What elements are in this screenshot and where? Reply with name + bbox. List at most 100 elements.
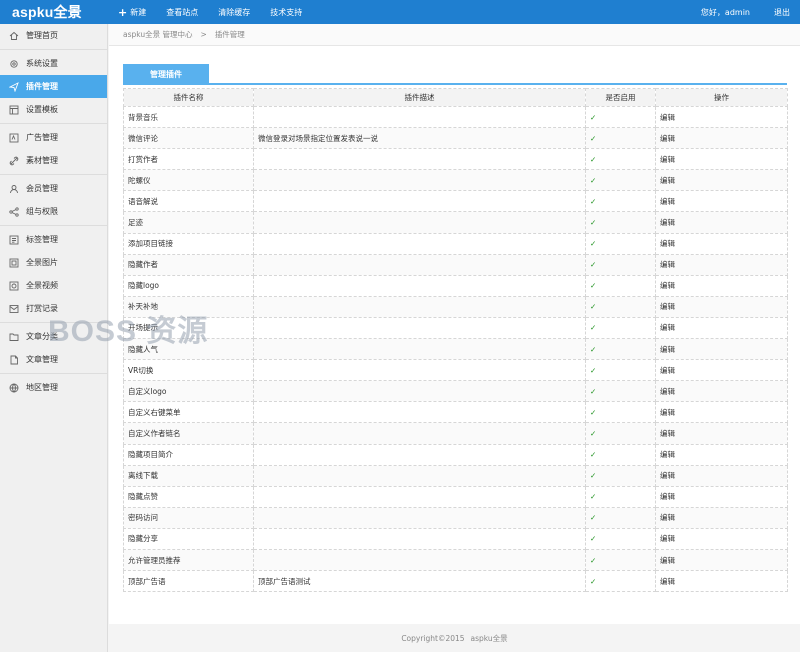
edit-link[interactable]: 编辑 [655,485,788,508]
sidebar-item-10[interactable]: 全景图片 [0,251,107,274]
enabled-check-icon[interactable]: ✓ [585,148,656,171]
globe-icon [9,383,19,393]
header-action: 操作 [655,88,788,107]
breadcrumb: aspku全景 管理中心 > 插件管理 [109,24,800,46]
plugin-desc-cell [253,190,586,213]
enabled-check-icon[interactable]: ✓ [585,169,656,192]
sidebar-divider [0,373,107,374]
table-row: 顶部广告语 顶部广告语测试 ✓ 编辑 [123,570,788,593]
folder-icon [9,332,19,342]
edit-link[interactable]: 编辑 [655,253,788,276]
link-icon [9,156,19,166]
edit-link[interactable]: 编辑 [655,338,788,361]
enabled-check-icon[interactable]: ✓ [585,253,656,276]
user-greeting[interactable]: 您好，admin [689,7,762,18]
enabled-check-icon[interactable]: ✓ [585,527,656,550]
enabled-check-icon[interactable]: ✓ [585,190,656,213]
sidebar-item-5[interactable]: 广告管理 [0,126,107,149]
enabled-check-icon[interactable]: ✓ [585,105,656,129]
tech-support-link[interactable]: 技术支持 [260,0,312,24]
header-plugin-name: 插件名称 [123,88,254,107]
enabled-check-icon[interactable]: ✓ [585,380,656,403]
table-row: 开场提示 ✓ 编辑 [123,316,788,340]
tab-manage-plugins[interactable]: 管理插件 [123,64,209,85]
breadcrumb-root[interactable]: aspku全景 管理中心 [123,29,193,40]
edit-link[interactable]: 编辑 [655,190,788,213]
enabled-check-icon[interactable]: ✓ [585,211,656,234]
header-enabled: 是否启用 [585,88,656,107]
sidebar-item-6[interactable]: 素材管理 [0,149,107,172]
sidebar-item-12[interactable]: 打赏记录 [0,297,107,320]
sidebar-item-1[interactable]: 管理首页 [0,24,107,47]
sidebar-item-15[interactable]: 地区管理 [0,376,107,399]
edit-link[interactable]: 编辑 [655,211,788,234]
enabled-check-icon[interactable]: ✓ [585,464,656,487]
enabled-check-icon[interactable]: ✓ [585,443,656,466]
plugin-desc-cell [253,232,586,255]
edit-link[interactable]: 编辑 [655,127,788,150]
plugin-desc-cell [253,169,586,192]
enabled-check-icon[interactable]: ✓ [585,548,656,572]
plugin-table: 插件名称 插件描述 是否启用 操作 背景音乐 ✓ 编辑 微信评论 微信登录对场景指定位置… [123,88,788,593]
sidebar-item-7[interactable]: 会员管理 [0,177,107,200]
logout-link[interactable]: 退出 [762,7,800,18]
table-row: 隐藏logo ✓ 编辑 [123,274,788,297]
enabled-check-icon[interactable]: ✓ [585,570,656,593]
table-row: 隐藏人气 ✓ 编辑 [123,338,788,361]
edit-link[interactable]: 编辑 [655,464,788,487]
sidebar-item-3[interactable]: 插件管理 [0,75,107,98]
sidebar-item-9[interactable]: 标签管理 [0,228,107,251]
edit-link[interactable]: 编辑 [655,295,788,318]
new-button[interactable]: + 新建 [108,0,156,24]
edit-link[interactable]: 编辑 [655,506,788,529]
enabled-check-icon[interactable]: ✓ [585,338,656,361]
enabled-check-icon[interactable]: ✓ [585,422,656,445]
table-row: 补天补地 ✓ 编辑 [123,295,788,318]
edit-link[interactable]: 编辑 [655,443,788,466]
table-row: 允许管理员推荐 ✓ 编辑 [123,548,788,572]
gear-icon [9,59,19,69]
edit-link[interactable]: 编辑 [655,105,788,129]
sidebar-item-4[interactable]: 设置模板 [0,98,107,121]
sidebar-item-11[interactable]: 全景视频 [0,274,107,297]
enabled-check-icon[interactable]: ✓ [585,401,656,424]
site-logo[interactable]: aspku全景 [0,0,108,24]
edit-link[interactable]: 编辑 [655,401,788,424]
enabled-check-icon[interactable]: ✓ [585,485,656,508]
plugin-desc-cell [253,422,586,445]
users-icon [9,184,19,194]
edit-link[interactable]: 编辑 [655,274,788,297]
edit-link[interactable]: 编辑 [655,359,788,382]
sidebar-item-label: 文章分类 [26,332,58,341]
edit-link[interactable]: 编辑 [655,232,788,255]
sidebar-item-14[interactable]: 文章管理 [0,348,107,371]
enabled-check-icon[interactable]: ✓ [585,359,656,382]
enabled-check-icon[interactable]: ✓ [585,316,656,340]
plugin-name-cell: 开场提示 [123,316,254,340]
edit-link[interactable]: 编辑 [655,548,788,572]
edit-link[interactable]: 编辑 [655,527,788,550]
sidebar-item-label: 打赏记录 [26,304,58,313]
enabled-check-icon[interactable]: ✓ [585,506,656,529]
sidebar-divider [0,174,107,175]
enabled-check-icon[interactable]: ✓ [585,127,656,150]
enabled-check-icon[interactable]: ✓ [585,295,656,318]
sidebar-item-label: 管理首页 [26,31,58,40]
edit-link[interactable]: 编辑 [655,422,788,445]
edit-link[interactable]: 编辑 [655,148,788,171]
top-nav: + 新建 查看站点 清除缓存 技术支持 [108,0,312,24]
edit-link[interactable]: 编辑 [655,570,788,593]
template-icon [9,105,19,115]
clear-cache-link[interactable]: 清除缓存 [208,0,260,24]
edit-link[interactable]: 编辑 [655,316,788,340]
sidebar-item-8[interactable]: 组与权限 [0,200,107,223]
breadcrumb-current: 插件管理 [214,30,245,39]
sidebar-item-2[interactable]: 系统设置 [0,52,107,75]
sidebar-item-13[interactable]: 文章分类 [0,325,107,348]
enabled-check-icon[interactable]: ✓ [585,274,656,297]
edit-link[interactable]: 编辑 [655,169,788,192]
edit-link[interactable]: 编辑 [655,380,788,403]
view-site-link[interactable]: 查看站点 [156,0,208,24]
enabled-check-icon[interactable]: ✓ [585,232,656,255]
table-row: 语音解说 ✓ 编辑 [123,190,788,213]
